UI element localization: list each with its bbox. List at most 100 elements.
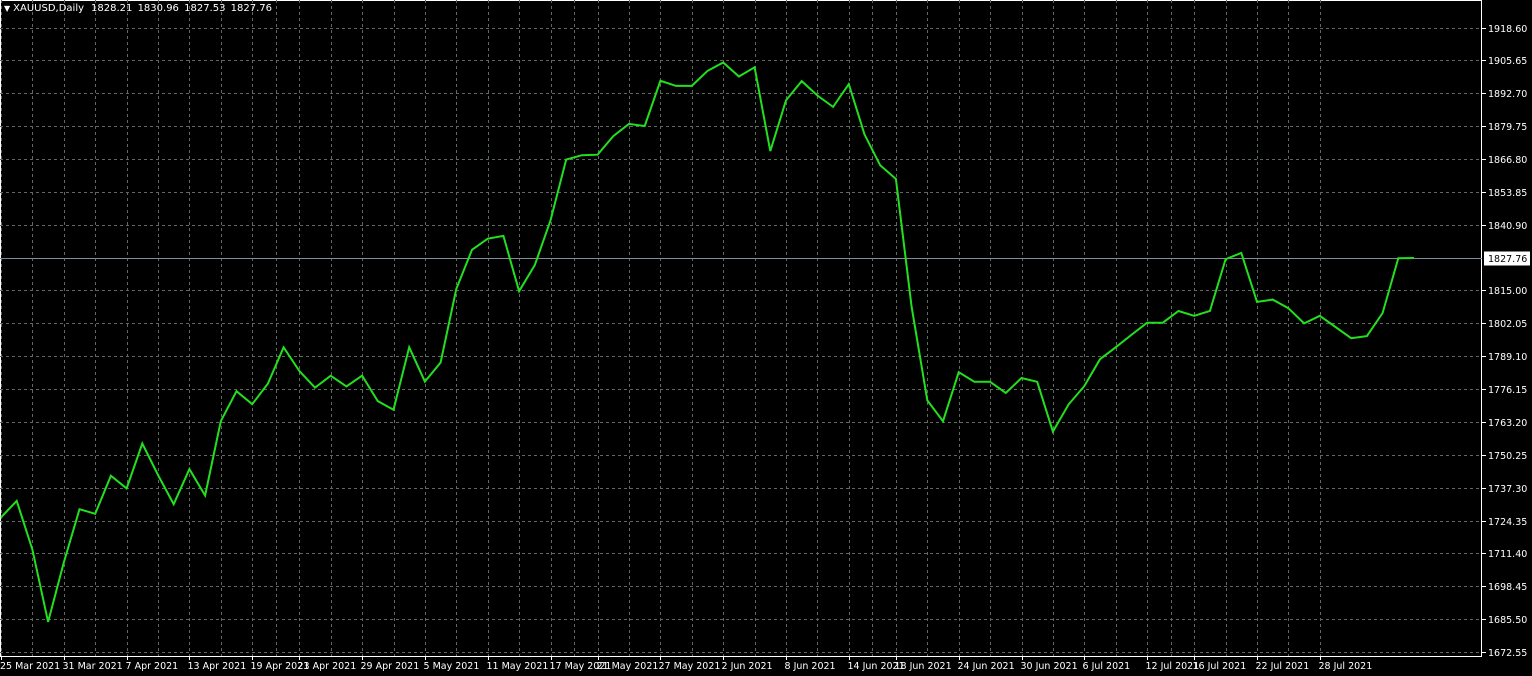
data-point bbox=[424, 381, 426, 383]
current-price-label: 1827.76 bbox=[1488, 254, 1527, 265]
data-point bbox=[502, 235, 504, 237]
data-point bbox=[1115, 346, 1117, 348]
data-point bbox=[722, 62, 724, 64]
data-point bbox=[236, 390, 238, 392]
x-tick-label: 7 Apr 2021 bbox=[126, 661, 179, 672]
y-tick-label: 1905.65 bbox=[1488, 56, 1527, 67]
data-point bbox=[518, 290, 520, 292]
data-point bbox=[314, 387, 316, 389]
data-point bbox=[738, 76, 740, 78]
price-chart[interactable]: 1918.60 1905.65 1892.70 1879.75 1866.80 1853.… bbox=[0, 0, 1532, 676]
data-point bbox=[612, 135, 614, 137]
data-point bbox=[1225, 258, 1227, 260]
price-line-series bbox=[0, 61, 1415, 623]
data-point bbox=[440, 362, 442, 364]
data-point bbox=[801, 80, 803, 82]
data-point bbox=[1240, 252, 1242, 254]
x-tick-label: 28 Jul 2021 bbox=[1319, 661, 1373, 672]
data-point bbox=[1382, 312, 1384, 314]
data-point bbox=[864, 133, 866, 135]
y-tick-label: 1879.75 bbox=[1488, 122, 1527, 133]
data-point bbox=[926, 399, 928, 401]
x-tick-label: 13 Apr 2021 bbox=[188, 661, 247, 672]
data-point bbox=[283, 346, 285, 348]
data-point bbox=[1366, 335, 1368, 337]
y-tick-label: 1672.55 bbox=[1488, 648, 1527, 659]
data-point bbox=[1068, 403, 1070, 405]
data-point bbox=[785, 99, 787, 101]
data-point bbox=[16, 500, 18, 502]
triangle-down-icon[interactable]: ▼ bbox=[4, 3, 10, 15]
data-point bbox=[1146, 322, 1148, 324]
x-tick-label: 16 Jul 2021 bbox=[1193, 661, 1247, 672]
data-point bbox=[832, 106, 834, 108]
data-point bbox=[1413, 257, 1415, 259]
y-tick-label: 1776.15 bbox=[1488, 385, 1527, 396]
data-point bbox=[550, 219, 552, 221]
data-point bbox=[173, 503, 175, 505]
data-point bbox=[911, 306, 913, 308]
x-tick-label: 30 Jun 2021 bbox=[1021, 661, 1078, 672]
y-tick-label: 1711.40 bbox=[1488, 549, 1527, 560]
x-tick-label: 25 Mar 2021 bbox=[0, 661, 60, 672]
data-point bbox=[973, 381, 975, 383]
data-point bbox=[141, 443, 143, 445]
x-tick-label: 6 Jul 2021 bbox=[1083, 661, 1131, 672]
data-point bbox=[1303, 322, 1305, 324]
data-point bbox=[1052, 431, 1054, 433]
data-point bbox=[675, 85, 677, 87]
y-tick-label: 1724.35 bbox=[1488, 517, 1527, 528]
y-tick-label: 1685.50 bbox=[1488, 615, 1527, 626]
data-point bbox=[597, 154, 599, 156]
data-point bbox=[754, 66, 756, 68]
y-tick-label: 1918.60 bbox=[1488, 24, 1527, 35]
data-point bbox=[534, 264, 536, 266]
y-tick-label: 1892.70 bbox=[1488, 89, 1527, 100]
data-point bbox=[942, 420, 944, 422]
data-point bbox=[31, 549, 33, 551]
data-point bbox=[188, 468, 190, 470]
x-tick-label: 11 May 2021 bbox=[487, 661, 549, 672]
y-tick-label: 1815.00 bbox=[1488, 286, 1527, 297]
data-point bbox=[628, 123, 630, 125]
data-point bbox=[1209, 310, 1211, 312]
data-point bbox=[691, 85, 693, 87]
data-point bbox=[1036, 381, 1038, 383]
x-tick-label: 5 May 2021 bbox=[424, 661, 480, 672]
y-tick-label: 1698.45 bbox=[1488, 582, 1527, 593]
data-point bbox=[361, 375, 363, 377]
x-tick-label: 2 Jun 2021 bbox=[722, 661, 773, 672]
low-value: 1827.53 bbox=[184, 3, 226, 14]
x-tick-label: 31 Mar 2021 bbox=[63, 661, 123, 672]
x-tick-label: 23 Apr 2021 bbox=[298, 661, 357, 672]
data-point bbox=[879, 164, 881, 166]
close-value: 1827.76 bbox=[230, 3, 273, 14]
data-point bbox=[220, 420, 222, 422]
symbol-label: XAUUSD,Daily bbox=[13, 3, 85, 14]
data-point bbox=[393, 409, 395, 411]
data-point bbox=[659, 80, 661, 82]
data-point bbox=[47, 621, 49, 623]
data-point bbox=[1272, 299, 1274, 301]
data-point bbox=[581, 154, 583, 156]
chart-canvas[interactable]: 1918.60 1905.65 1892.70 1879.75 1866.80 1853.… bbox=[0, 0, 1532, 676]
x-tick-label: 22 Jul 2021 bbox=[1256, 661, 1310, 672]
data-point bbox=[1083, 385, 1085, 387]
data-point bbox=[989, 381, 991, 383]
data-point bbox=[1397, 257, 1399, 259]
data-point bbox=[0, 516, 2, 518]
data-point bbox=[1130, 334, 1132, 336]
x-tick-label: 12 Jul 2021 bbox=[1146, 661, 1200, 672]
data-point bbox=[1335, 326, 1337, 328]
y-tick-label: 1853.85 bbox=[1488, 188, 1527, 199]
data-point bbox=[251, 403, 253, 405]
data-point bbox=[126, 487, 128, 489]
data-point bbox=[1193, 315, 1195, 317]
data-point bbox=[769, 150, 771, 152]
data-point bbox=[848, 83, 850, 85]
plot-frame bbox=[0, 0, 1482, 657]
chart-header: ▼ XAUUSD,Daily 1828.21 1830.96 1827.53 1… bbox=[4, 3, 274, 15]
x-tick-label: 27 May 2021 bbox=[659, 661, 721, 672]
data-point bbox=[298, 370, 300, 372]
data-point bbox=[157, 474, 159, 476]
